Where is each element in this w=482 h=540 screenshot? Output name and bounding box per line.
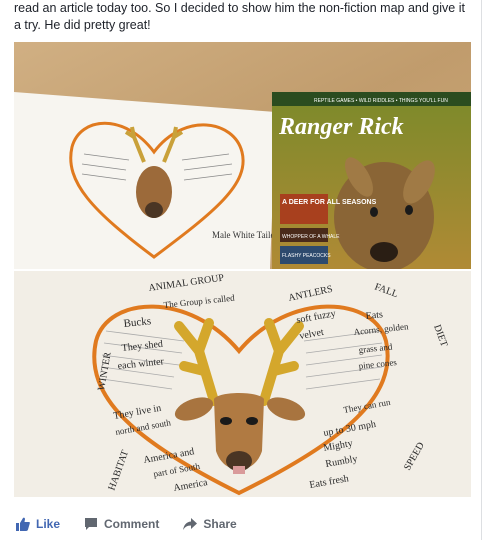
comment-label: Comment <box>104 517 160 531</box>
photo-bottom-illustration: ANIMAL GROUP ANTLERS FALL DIET WINTER HA… <box>14 271 471 497</box>
thumbs-up-icon <box>16 517 30 531</box>
like-label: Like <box>36 517 61 531</box>
cover-line-3: FLASHY PEACOCKS <box>282 253 331 259</box>
post-actions-bar: Like Comment Share <box>0 508 482 540</box>
post-text: read an article today too. So I decided … <box>14 1 465 32</box>
photo-album[interactable]: Male White Tailed Deer REPTILE GAMES • W… <box>14 42 471 497</box>
cover-line-2: WHOPPER OF A WHALE <box>282 234 340 240</box>
share-arrow-icon <box>183 518 198 530</box>
photo-worksheet-closeup[interactable]: ANIMAL GROUP ANTLERS FALL DIET WINTER HA… <box>14 271 471 497</box>
photo-top-illustration: Male White Tailed Deer REPTILE GAMES • W… <box>14 42 471 269</box>
facebook-post: read an article today too. So I decided … <box>0 0 482 540</box>
comment-button[interactable]: Comment <box>84 517 159 531</box>
share-button[interactable]: Share <box>183 517 237 531</box>
comment-icon <box>85 518 98 530</box>
ranger-rick-magazine: REPTILE GAMES • WILD RIDDLES • THINGS YO… <box>272 92 471 269</box>
svg-text:Eats: Eats <box>365 309 383 322</box>
magazine-title: Ranger Rick <box>278 114 404 140</box>
photo-worksheet-and-magazine[interactable]: Male White Tailed Deer REPTILE GAMES • W… <box>14 42 471 269</box>
share-label: Share <box>203 517 237 531</box>
like-button[interactable]: Like <box>16 517 60 531</box>
cover-line-1: A DEER FOR ALL SEASONS <box>282 199 377 206</box>
svg-text:REPTILE GAMES • WILD RIDDLES •: REPTILE GAMES • WILD RIDDLES • THINGS YO… <box>314 98 448 104</box>
